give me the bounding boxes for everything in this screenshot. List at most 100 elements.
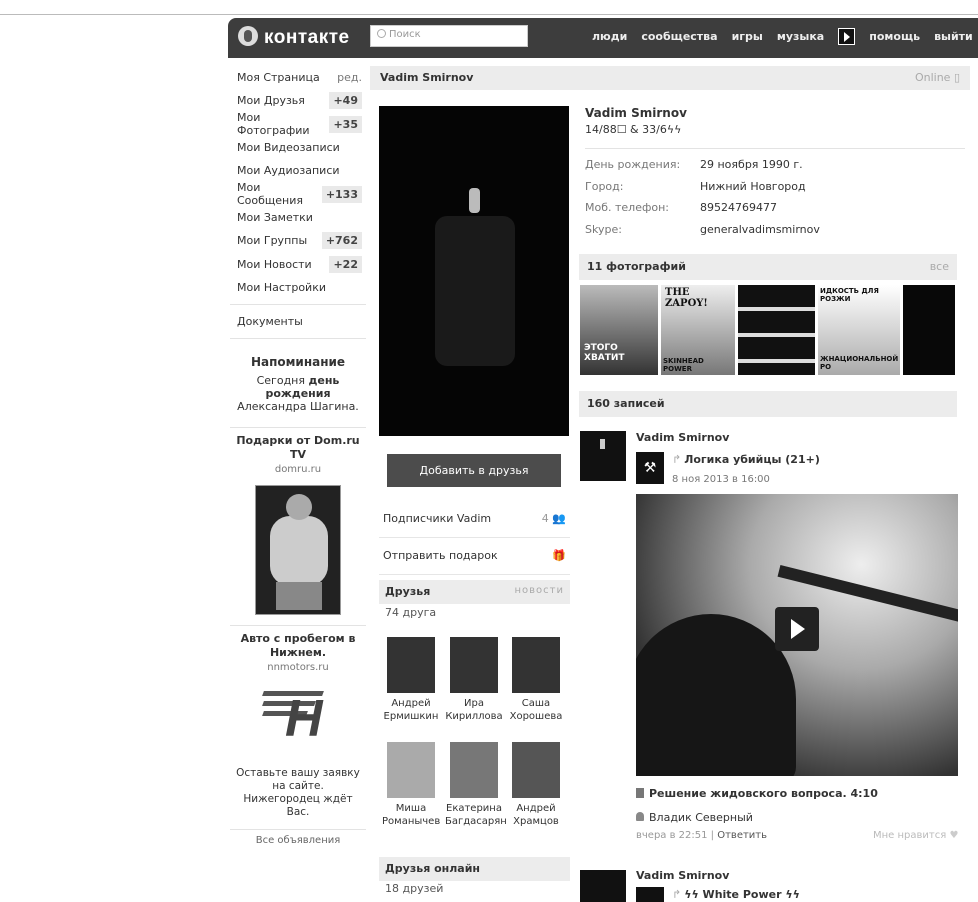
friend-card[interactable]: Ира Кириллова <box>445 637 503 723</box>
comment-author-name: Владик Северный <box>649 811 753 824</box>
friend-last-name: Романычев <box>382 816 441 827</box>
reminder-text: Сегодня день рождения Александра Шагина. <box>236 374 360 413</box>
post-author-avatar[interactable] <box>580 870 626 902</box>
count-badge: +762 <box>321 232 362 250</box>
online-status: Online ▯ <box>915 71 960 84</box>
friends-online-count: 18 друзей <box>385 882 444 895</box>
count-badge: +133 <box>321 185 362 203</box>
friend-photo[interactable] <box>512 742 560 798</box>
video-play-icon[interactable] <box>775 607 819 651</box>
post-author-name[interactable]: Vadim Smirnov <box>636 431 729 444</box>
friend-photo[interactable] <box>450 637 498 693</box>
ad-block-nnmotors[interactable]: Авто с пробегом в Нижнем. nnmotors.ru H … <box>230 632 366 819</box>
friend-photo[interactable] <box>512 637 560 693</box>
friend-card[interactable]: Андрей Ермишкин <box>382 637 440 723</box>
photo-thumb[interactable] <box>903 285 955 375</box>
ad-title[interactable]: Подарки от Dom.ru TV <box>236 434 360 462</box>
info-value: generalvadimsmirnov <box>700 222 820 236</box>
music-play-icon[interactable] <box>838 28 856 45</box>
post-author-avatar[interactable] <box>580 431 626 481</box>
nav-people[interactable]: люди <box>592 30 627 45</box>
profile-avatar[interactable] <box>379 106 569 436</box>
nav-help[interactable]: помощь <box>869 30 920 45</box>
friends-news-link[interactable]: новости <box>515 585 565 599</box>
video-player[interactable] <box>636 494 958 776</box>
friend-first-name: Андрей <box>516 803 556 814</box>
profile-status: 14/88☐ & 33/6ϟϟ <box>585 123 682 136</box>
photo-caption: ЖНАЦИОНАЛЬНОЙ РО <box>820 355 899 371</box>
nav-logout[interactable]: выйти <box>934 30 973 45</box>
ad-title[interactable]: Авто с пробегом в Нижнем. <box>236 632 360 660</box>
reply-link[interactable]: Ответить <box>717 830 767 841</box>
sidebar-item-notes[interactable]: Мои Заметки <box>230 206 366 229</box>
sidebar-item-label: Мои Видеозаписи <box>237 141 340 155</box>
repost-date[interactable]: 8 ноя 2013 в 16:00 <box>672 474 770 485</box>
friend-photo[interactable] <box>450 742 498 798</box>
edit-link[interactable]: ред. <box>337 71 362 84</box>
photo-thumb[interactable]: ИДКОСТЬ ДЛЯ РОЗЖИ ЖНАЦИОНАЛЬНОЙ РО <box>818 285 900 375</box>
sidebar-item-news[interactable]: Мои Новости +22 <box>230 252 366 275</box>
top-divider <box>0 14 978 15</box>
like-button[interactable]: Мне нравится ♥ <box>873 830 958 841</box>
nav-communities[interactable]: сообщества <box>641 30 717 45</box>
subscribers-count-value: 4 <box>541 512 549 525</box>
info-label: День рождения: <box>585 158 681 171</box>
info-value[interactable]: Нижний Новгород <box>700 180 806 202</box>
friends-online-header[interactable]: Друзья онлайн <box>379 857 570 881</box>
friend-card[interactable]: Саша Хорошева <box>507 637 565 723</box>
repost-source-avatar[interactable]: ⚒ <box>636 452 664 484</box>
photos-all-link[interactable]: все <box>930 260 949 273</box>
friend-card[interactable]: Андрей Храмцов <box>507 742 565 828</box>
repost-source-title[interactable]: ↱ ϟϟ White Power ϟϟ <box>636 887 800 902</box>
sidebar-item-settings[interactable]: Мои Настройки <box>230 276 366 299</box>
info-row-birthday: День рождения: 29 ноября 1990 г. <box>585 158 965 180</box>
photos-header[interactable]: 11 фотографий все <box>579 254 957 280</box>
comment-time[interactable]: вчера в 22:51 <box>636 830 708 841</box>
sidebar-item-my-page[interactable]: Моя Страница ред. <box>230 66 366 89</box>
friend-card[interactable]: Миша Романычев <box>382 742 440 828</box>
photo-thumb[interactable]: ЭТОГО ХВАТИТ <box>580 285 658 375</box>
friends-header[interactable]: Друзья новости <box>379 580 570 604</box>
ad-image[interactable] <box>255 485 341 616</box>
left-sidebar: Моя Страница ред. Мои Друзья +49 Мои Фотог… <box>230 66 366 846</box>
sidebar-item-friends[interactable]: Мои Друзья +49 <box>230 89 366 112</box>
online-label: Online <box>914 71 951 84</box>
info-value[interactable]: 29 ноября 1990 г. <box>700 158 803 180</box>
photo-caption: THE ZAPOY! <box>665 287 708 309</box>
wall-header[interactable]: 160 записей <box>579 391 957 417</box>
sidebar-item-photos[interactable]: Мои Фотографии +35 <box>230 111 366 137</box>
photo-thumb[interactable]: THE ZAPOY! SKINHEAD POWER <box>661 285 735 375</box>
count-badge: +22 <box>329 255 362 273</box>
sidebar-item-groups[interactable]: Мои Группы +762 <box>230 229 366 252</box>
nnmotors-logo-icon[interactable]: H <box>262 683 333 753</box>
friend-photo[interactable] <box>387 637 435 693</box>
sidebar-divider <box>230 427 366 429</box>
video-title[interactable]: Решение жидовского вопроса. 4:10 <box>636 787 878 800</box>
subscribers-link[interactable]: Подписчики Vadim 4 👥 <box>379 502 570 538</box>
comment-author[interactable]: Владик Северный <box>636 811 753 824</box>
photo-caption: ЭТОГО ХВАТИТ <box>584 343 625 363</box>
nav-music[interactable]: музыка <box>777 30 824 45</box>
sidebar-item-messages[interactable]: Мои Сообщения +133 <box>230 181 366 207</box>
ad-block-domru[interactable]: Подарки от Dom.ru TV domru.ru <box>230 434 366 616</box>
ad-domain: domru.ru <box>274 464 322 476</box>
friend-card[interactable]: Екатерина Багдасарян <box>445 742 507 828</box>
profile-header-name: Vadim Smirnov <box>380 71 474 84</box>
sidebar-item-videos[interactable]: Мои Видеозаписи <box>230 136 366 159</box>
post-author-name[interactable]: Vadim Smirnov <box>636 869 729 882</box>
friend-photo[interactable] <box>387 742 435 798</box>
friend-last-name: Багдасарян <box>445 816 507 827</box>
repost-title-text: Логика убийцы (21+) <box>684 453 820 466</box>
add-friend-button[interactable]: Добавить в друзья <box>387 454 561 487</box>
photo-thumb[interactable] <box>738 285 815 375</box>
search-input[interactable]: Поиск <box>370 25 528 47</box>
sidebar-item-documents[interactable]: Документы <box>230 310 366 333</box>
send-gift-link[interactable]: Отправить подарок 🎁 <box>379 539 570 575</box>
all-ads-link[interactable]: Все объявления <box>230 835 366 846</box>
sidebar-item-audio[interactable]: Мои Аудиозаписи <box>230 159 366 182</box>
repost-source-title[interactable]: ↱ Логика убийцы (21+) <box>672 453 820 466</box>
repost-source-avatar[interactable] <box>636 887 664 902</box>
friend-first-name: Екатерина <box>446 803 502 814</box>
vk-logo[interactable]: контакте <box>238 26 350 49</box>
nav-games[interactable]: игры <box>732 30 763 45</box>
